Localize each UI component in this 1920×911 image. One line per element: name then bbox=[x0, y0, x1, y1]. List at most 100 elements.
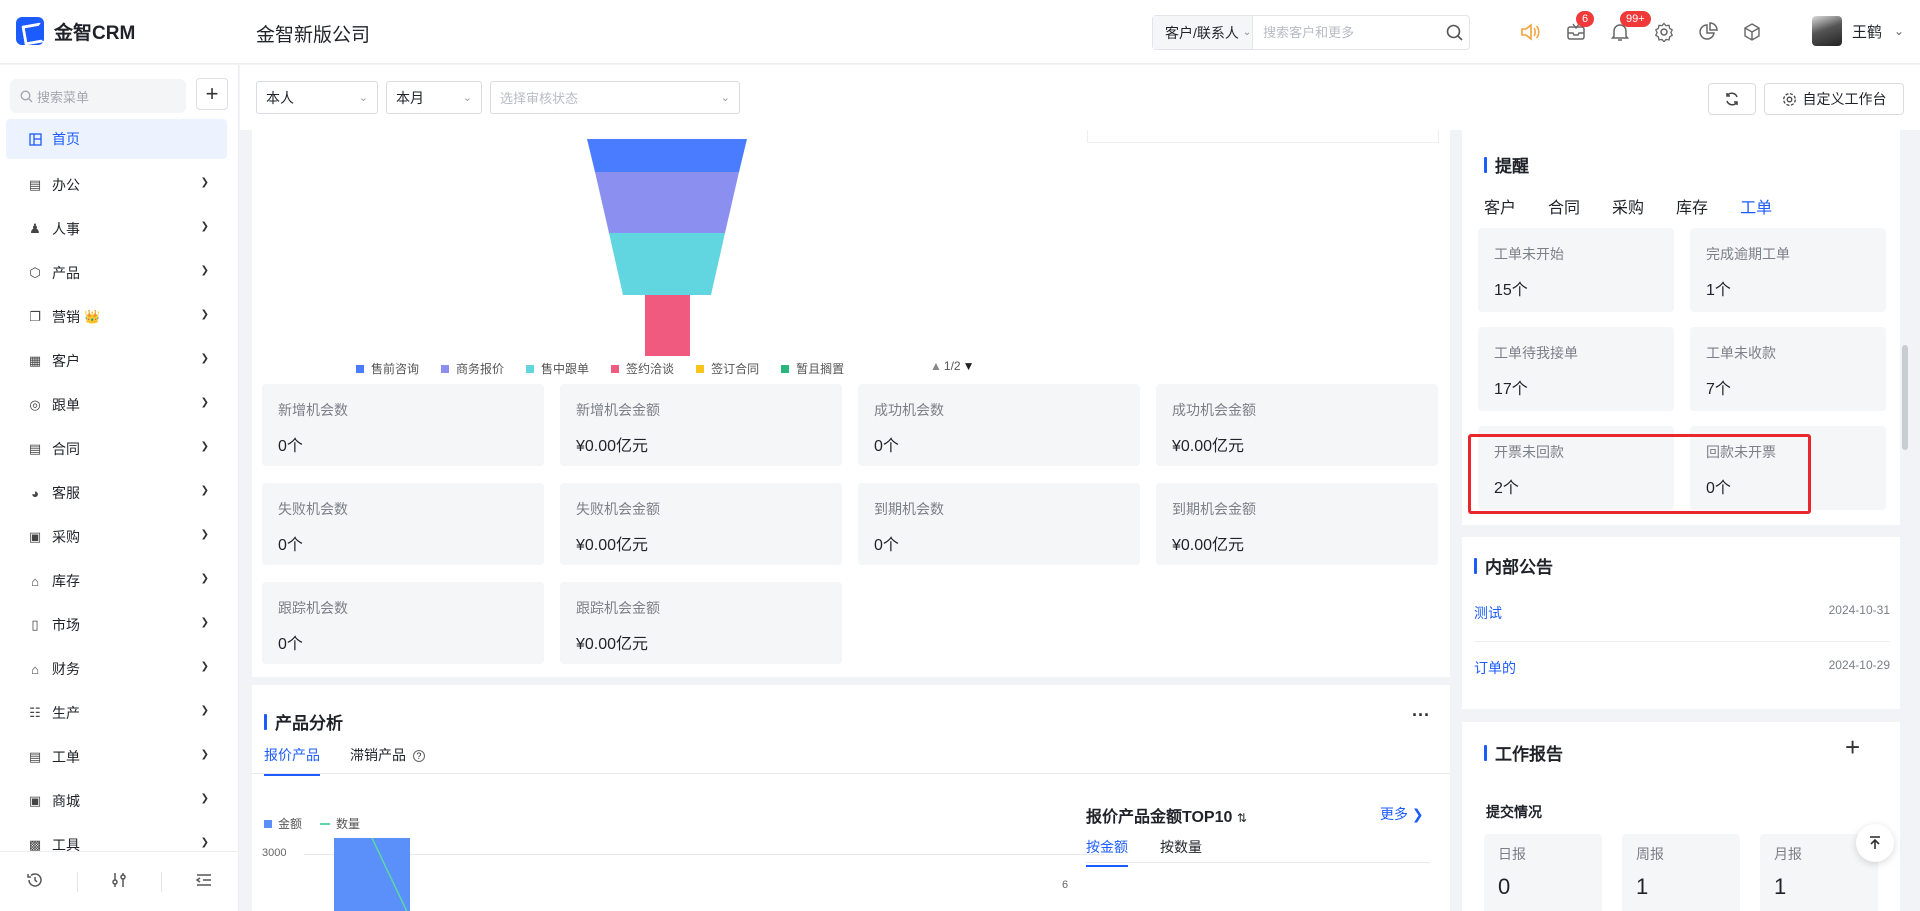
tab-slow-products[interactable]: 滞销产品 ? bbox=[350, 745, 425, 774]
audit-status-select[interactable]: 选择审核状态 ⌄ bbox=[490, 81, 740, 114]
legend-item[interactable]: 售中跟单 bbox=[526, 360, 589, 377]
sidebar-item-label: 营销 bbox=[52, 309, 80, 325]
stat-card[interactable]: 失败机会金额 ¥0.00亿元 bbox=[560, 483, 842, 565]
more-options-icon[interactable]: ··· bbox=[1412, 705, 1430, 726]
reminder-label: 完成逾期工单 bbox=[1706, 246, 1790, 262]
stat-card[interactable]: 新增机会金额 ¥0.00亿元 bbox=[560, 384, 842, 466]
funnel-stage-following[interactable] bbox=[609, 233, 725, 295]
report-card[interactable]: 周报 1 bbox=[1622, 834, 1740, 911]
tab-purchase[interactable]: 采购 bbox=[1612, 194, 1644, 218]
sidebar-item-hr[interactable]: ♟ 人事 ❯ bbox=[6, 207, 227, 251]
search-input[interactable] bbox=[1253, 17, 1440, 48]
stat-card[interactable]: 失败机会数 0个 bbox=[262, 483, 544, 565]
sidebar-item-marketing[interactable]: ❐ 营销 👑 ❯ bbox=[6, 295, 227, 339]
speaker-icon[interactable] bbox=[1518, 20, 1542, 44]
funnel-chart bbox=[587, 139, 747, 356]
stat-value: 0个 bbox=[278, 636, 303, 653]
sidebar-item-finance[interactable]: ⌂ 财务 ❯ bbox=[6, 647, 227, 691]
tab-by-quantity[interactable]: 按数量 bbox=[1160, 837, 1202, 857]
search-icon[interactable] bbox=[1439, 24, 1469, 41]
stat-card[interactable]: 成功机会数 0个 bbox=[858, 384, 1140, 466]
reminder-card[interactable]: 工单未收款 7个 bbox=[1690, 327, 1886, 411]
scrollbar[interactable] bbox=[1902, 345, 1908, 450]
person-select[interactable]: 本人 ⌄ bbox=[256, 81, 378, 114]
stat-card[interactable]: 到期机会数 0个 bbox=[858, 483, 1140, 565]
funnel-stage-quotation[interactable] bbox=[595, 172, 739, 233]
search-type-label: 客户/联系人 bbox=[1165, 24, 1239, 41]
chevron-down-icon: ⌄ bbox=[462, 92, 472, 104]
pie-chart-icon[interactable] bbox=[1696, 20, 1720, 44]
reminder-card[interactable]: 完成逾期工单 1个 bbox=[1690, 228, 1886, 312]
page-next-icon[interactable]: ▼ bbox=[963, 359, 975, 373]
user-menu[interactable]: 王鹤 ⌄ bbox=[1812, 16, 1904, 46]
sidebar-item-inventory[interactable]: ⌂ 库存 ❯ bbox=[6, 559, 227, 603]
reminder-value: 17个 bbox=[1494, 381, 1528, 398]
history-icon[interactable] bbox=[26, 871, 44, 892]
sidebar-item-home[interactable]: 首页 bbox=[6, 119, 227, 159]
tab-workorder[interactable]: 工单 bbox=[1740, 194, 1772, 218]
reminder-card[interactable]: 工单待我接单 17个 bbox=[1478, 327, 1674, 411]
sidebar-item-market[interactable]: ▯ 市场 ❯ bbox=[6, 603, 227, 647]
bell-icon[interactable]: 99+ bbox=[1608, 11, 1651, 44]
top10-more-link[interactable]: 更多 ❯ bbox=[1380, 804, 1424, 824]
back-to-top-button[interactable] bbox=[1856, 824, 1894, 862]
sidebar-item-product[interactable]: ⬡ 产品 ❯ bbox=[6, 251, 227, 295]
tab-inventory[interactable]: 库存 bbox=[1676, 194, 1708, 218]
legend-item[interactable]: 签约洽谈 bbox=[611, 360, 674, 377]
legend-swatch bbox=[781, 364, 790, 373]
tab-contract[interactable]: 合同 bbox=[1548, 194, 1580, 218]
legend-item[interactable]: 售前咨询 bbox=[356, 360, 419, 377]
chevron-down-icon: ❯ bbox=[200, 529, 209, 540]
menu-search-input[interactable]: 搜索菜单 bbox=[10, 79, 186, 113]
add-report-button[interactable]: + bbox=[1845, 732, 1860, 763]
sort-icon[interactable]: ⇅ bbox=[1237, 811, 1247, 825]
stat-card[interactable]: 新增机会数 0个 bbox=[262, 384, 544, 466]
refresh-button[interactable] bbox=[1708, 83, 1756, 115]
cube-icon[interactable] bbox=[1740, 20, 1764, 44]
sidebar-item-purchase[interactable]: ▣ 采购 ❯ bbox=[6, 515, 227, 559]
period-select[interactable]: 本月 ⌄ bbox=[386, 81, 482, 114]
sidebar-item-customer[interactable]: ▦ 客户 ❯ bbox=[6, 339, 227, 383]
page-prev-icon[interactable]: ▲ bbox=[930, 359, 942, 373]
tab-customer[interactable]: 客户 bbox=[1484, 194, 1516, 218]
notice-item[interactable]: 测试 2024-10-31 bbox=[1474, 603, 1890, 623]
tab-quoted-products[interactable]: 报价产品 bbox=[264, 745, 320, 776]
reminder-card[interactable]: 工单未开始 15个 bbox=[1478, 228, 1674, 312]
book-icon: ▯ bbox=[31, 617, 39, 632]
sidebar-item-mall[interactable]: ▣ 商城 ❯ bbox=[6, 779, 227, 823]
reminder-value: 7个 bbox=[1706, 381, 1731, 398]
report-card[interactable]: 日报 0 bbox=[1484, 834, 1602, 911]
sidebar-item-office[interactable]: ▤ 办公 ❯ bbox=[6, 163, 227, 207]
customize-workbench-button[interactable]: 自定义工作台 bbox=[1764, 83, 1904, 115]
gear-icon[interactable] bbox=[1652, 20, 1676, 44]
stat-value: 0个 bbox=[278, 438, 303, 455]
notice-item[interactable]: 订单的 2024-10-29 bbox=[1474, 658, 1890, 678]
chevron-down-icon: ❯ bbox=[200, 309, 209, 320]
settings-sliders-icon[interactable] bbox=[110, 871, 128, 892]
stat-card[interactable]: 跟踪机会数 0个 bbox=[262, 582, 544, 664]
funnel-stage-presales[interactable] bbox=[587, 139, 747, 172]
funnel-stage-negotiation[interactable] bbox=[645, 295, 690, 356]
legend-pager: ▲ 1/2 ▼ bbox=[930, 359, 974, 373]
building-icon: ▦ bbox=[28, 353, 42, 368]
user-name: 王鹤 bbox=[1852, 23, 1883, 41]
sidebar-item-service[interactable]: ◕ 客服 ❯ bbox=[6, 471, 227, 515]
legend-item[interactable]: 暂且搁置 bbox=[781, 360, 844, 377]
sidebar-item-followup[interactable]: ◎ 跟单 ❯ bbox=[6, 383, 227, 427]
chevron-down-icon: ❯ bbox=[200, 485, 209, 496]
search-type-select[interactable]: 客户/联系人 ⌄ bbox=[1153, 16, 1254, 49]
sidebar-item-contract[interactable]: ▤ 合同 ❯ bbox=[6, 427, 227, 471]
stat-card[interactable]: 成功机会金额 ¥0.00亿元 bbox=[1156, 384, 1438, 466]
legend-item[interactable]: 商务报价 bbox=[441, 360, 504, 377]
stat-card[interactable]: 到期机会金额 ¥0.00亿元 bbox=[1156, 483, 1438, 565]
help-icon[interactable]: ? bbox=[412, 750, 425, 762]
sidebar-item-workorder[interactable]: ▤ 工单 ❯ bbox=[6, 735, 227, 779]
message-icon[interactable]: 6 bbox=[1564, 11, 1595, 44]
stat-card[interactable]: 跟踪机会金额 ¥0.00亿元 bbox=[560, 582, 842, 664]
collapse-menu-icon[interactable] bbox=[195, 871, 213, 892]
logo[interactable]: 金智CRM bbox=[16, 17, 135, 45]
legend-item[interactable]: 签订合同 bbox=[696, 360, 759, 377]
gear-icon bbox=[1782, 92, 1796, 106]
sidebar-item-production[interactable]: ☷ 生产 ❯ bbox=[6, 691, 227, 735]
add-button[interactable]: + bbox=[196, 78, 228, 110]
